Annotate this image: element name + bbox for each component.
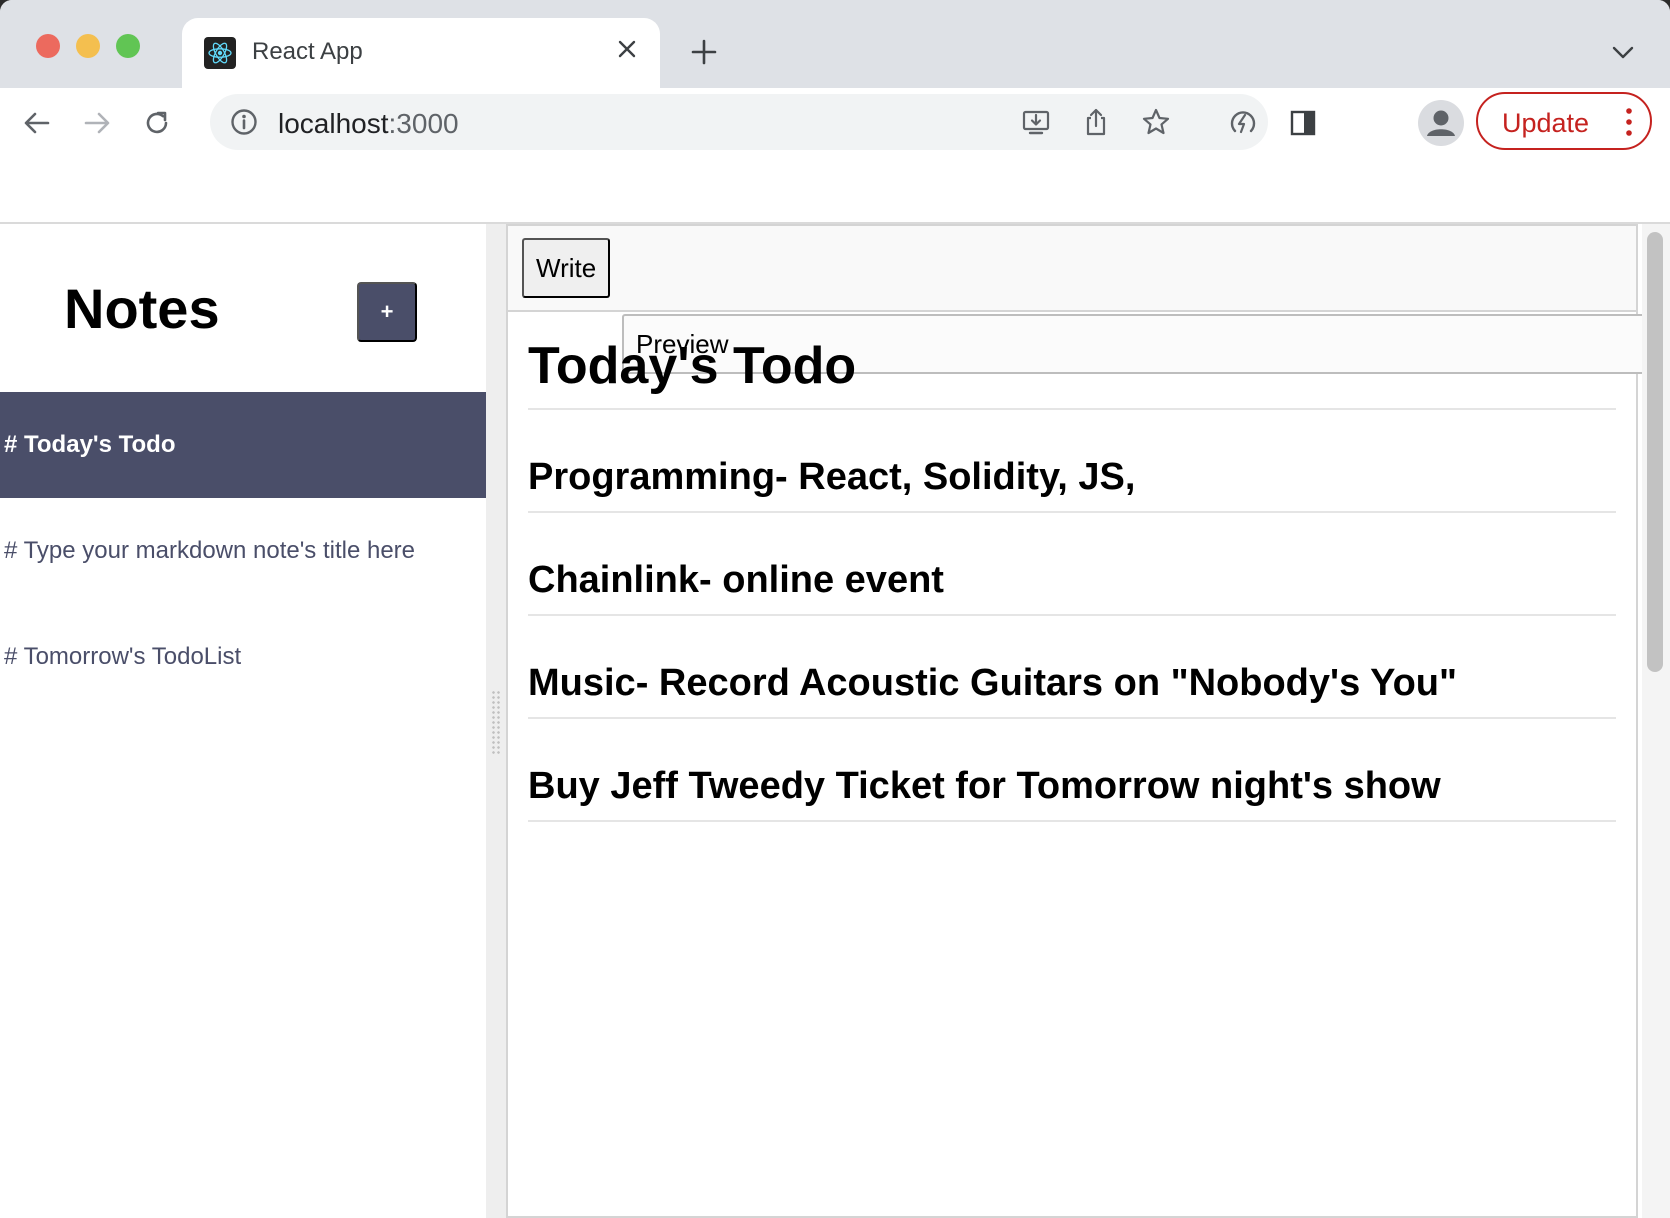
more-options-icon[interactable] bbox=[1624, 106, 1634, 138]
forward-arrow-icon[interactable] bbox=[76, 102, 118, 144]
editor-tab-bar: Write Preview bbox=[508, 226, 1670, 374]
scrollbar-thumb[interactable] bbox=[1647, 232, 1663, 672]
close-window-button[interactable] bbox=[36, 34, 60, 58]
preview-heading: Today's Todo bbox=[528, 314, 1616, 410]
share-icon[interactable] bbox=[1080, 106, 1112, 138]
preview-item: Music- Record Acoustic Guitars on "Nobod… bbox=[528, 662, 1616, 719]
new-tab-icon[interactable] bbox=[686, 34, 722, 70]
react-logo-icon bbox=[204, 37, 236, 69]
back-arrow-icon[interactable] bbox=[16, 102, 58, 144]
preview-item: Buy Jeff Tweedy Ticket for Tomorrow nigh… bbox=[528, 765, 1616, 822]
maximize-window-button[interactable] bbox=[116, 34, 140, 58]
bookmark-star-icon[interactable] bbox=[1140, 106, 1172, 138]
info-icon[interactable] bbox=[230, 108, 258, 136]
install-app-icon[interactable] bbox=[1020, 106, 1052, 138]
profile-avatar-icon[interactable] bbox=[1418, 100, 1464, 146]
tab-strip: React App bbox=[0, 0, 1670, 88]
update-button[interactable]: Update bbox=[1476, 92, 1652, 150]
address-bar[interactable]: localhost:3000 bbox=[210, 94, 1268, 150]
markdown-editor: Write Preview Today's Todo Programming- … bbox=[506, 224, 1670, 1218]
markdown-preview: Today's Todo Programming- React, Solidit… bbox=[528, 314, 1616, 822]
note-title: # Type your markdown note's title here bbox=[4, 537, 416, 564]
browser-toolbar: localhost:3000 Update bbox=[0, 88, 1670, 158]
drag-handle-icon[interactable] bbox=[491, 690, 501, 754]
preview-item: Chainlink- online event bbox=[528, 559, 1616, 616]
sidebar-title: Notes bbox=[64, 277, 220, 340]
update-label: Update bbox=[1502, 108, 1590, 138]
note-item[interactable]: # Tomorrow's TodoList bbox=[0, 604, 486, 710]
split-gutter[interactable] bbox=[486, 224, 506, 1218]
browser-window: React App localhost:3000 Update Notes + … bbox=[0, 0, 1670, 1218]
preview-item: Programming- React, Solidity, JS, bbox=[528, 456, 1616, 513]
side-panel-icon[interactable] bbox=[1282, 102, 1324, 144]
tab-title: React App bbox=[252, 38, 363, 65]
notes-sidebar: Notes + # Today's Todo # Type your markd… bbox=[0, 224, 486, 1218]
note-title: # Tomorrow's TodoList bbox=[4, 643, 242, 670]
url-text[interactable]: localhost:3000 bbox=[278, 108, 459, 140]
chevron-down-icon[interactable] bbox=[1608, 38, 1638, 68]
page-content: Notes + # Today's Todo # Type your markd… bbox=[0, 158, 1670, 1218]
url-host: localhost bbox=[278, 108, 389, 139]
new-note-button[interactable]: + bbox=[357, 282, 417, 342]
note-item[interactable]: # Type your markdown note's title here bbox=[0, 498, 486, 604]
note-title: # Today's Todo bbox=[4, 431, 176, 458]
url-port: :3000 bbox=[388, 108, 459, 139]
browser-tab[interactable]: React App bbox=[182, 18, 660, 88]
tab-write[interactable]: Write bbox=[522, 238, 611, 298]
minimize-window-button[interactable] bbox=[76, 34, 100, 58]
reload-icon[interactable] bbox=[136, 102, 178, 144]
close-tab-icon[interactable] bbox=[612, 34, 642, 64]
page-scrollbar[interactable] bbox=[1642, 224, 1670, 1218]
performance-icon[interactable] bbox=[1222, 102, 1264, 144]
note-item-selected[interactable]: # Today's Todo bbox=[0, 392, 486, 498]
